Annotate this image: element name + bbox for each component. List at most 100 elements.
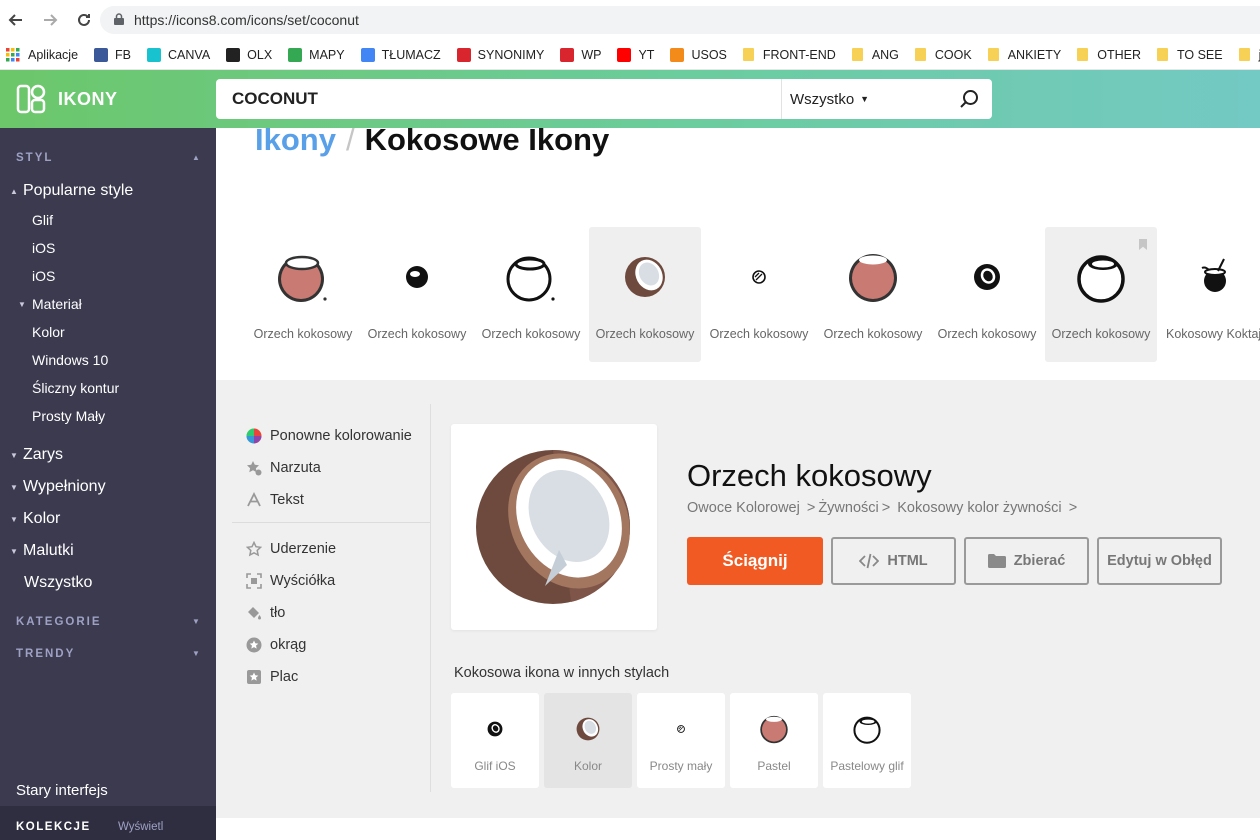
category-path: Owoce Kolorowej > Żywności > Kokosowy kolo… [687, 500, 1080, 516]
search-icon [960, 90, 978, 108]
icon-card[interactable]: Orzech kokosowy [931, 227, 1043, 362]
bookmark-item[interactable]: MAPY [288, 47, 345, 62]
icon-card[interactable]: Orzech kokosowy [589, 227, 701, 362]
sidebar-item-wypelniony[interactable]: Wypełniony [23, 478, 106, 496]
style-card[interactable]: Prosty mały [637, 693, 725, 788]
bookmark-folder[interactable]: FRONT-END [742, 48, 836, 62]
sidebar-item-kolor[interactable]: Kolor [32, 324, 65, 340]
sidebar-section-categories[interactable]: KATEGORIE [16, 616, 102, 628]
style-card[interactable]: Pastel [730, 693, 818, 788]
style-card[interactable]: Kolor [544, 693, 632, 788]
caret-down-icon[interactable]: ▼ [192, 649, 200, 658]
folder-icon [1077, 48, 1089, 61]
option-square[interactable]: Plac [246, 669, 298, 685]
url-input[interactable]: https://icons8.com/icons/set/coconut [100, 6, 1260, 34]
bookmark-favicon-icon [94, 47, 109, 62]
download-button[interactable]: Ściągnij [687, 537, 823, 585]
style-card[interactable]: Pastelowy glif [823, 693, 911, 788]
icon-card[interactable]: Orzech kokosowy [361, 227, 473, 362]
sidebar-item-ios[interactable]: iOS [32, 240, 55, 256]
sidebar-item-material[interactable]: Materiał [32, 296, 82, 312]
option-circle[interactable]: okrąg [246, 637, 306, 653]
sidebar-item-prosty[interactable]: Prosty Mały [32, 408, 105, 424]
sidebar-item-malutki[interactable]: Malutki [23, 542, 74, 560]
search-button[interactable] [946, 79, 992, 119]
bookmark-item[interactable]: SYNONIMY [456, 47, 544, 62]
collections-view-link[interactable]: Wyświetl [118, 821, 163, 833]
option-padding[interactable]: Wyściółka [246, 573, 335, 589]
coconut-icon [389, 249, 445, 305]
bookmark-folder[interactable]: TO SEE [1156, 47, 1223, 62]
back-icon[interactable] [0, 4, 32, 36]
icon-card[interactable]: Orzech kokosowy [703, 227, 815, 362]
folder-icon [987, 48, 999, 61]
sidebar-item-zarys[interactable]: Zarys [23, 446, 63, 464]
bookmark-label: MAPY [309, 47, 345, 62]
forward-icon[interactable] [34, 4, 66, 36]
category-link[interactable]: Żywności [818, 500, 878, 516]
caret-up-icon[interactable]: ▲ [192, 153, 200, 162]
icon-card[interactable]: Orzech kokosowy [817, 227, 929, 362]
edit-button[interactable]: Edytuj w Obłęd [1097, 537, 1222, 585]
sidebar-item-windows[interactable]: Windows 10 [32, 352, 108, 368]
style-card[interactable]: Glif iOS [451, 693, 539, 788]
bookmark-folder[interactable]: ANKIETY [987, 47, 1062, 62]
bookmark-item[interactable]: YT [617, 47, 654, 62]
option-stroke[interactable]: Uderzenie [246, 541, 336, 557]
sidebar-item-glif[interactable]: Glif [32, 212, 53, 228]
option-recolor[interactable]: Ponowne kolorowanie [246, 428, 412, 444]
icon-card[interactable]: Orzech kokosowy [1045, 227, 1157, 362]
bookmark-item[interactable]: FB [94, 47, 131, 62]
option-label: Wyściółka [270, 573, 336, 589]
bookmark-item[interactable]: CANVA [147, 47, 210, 62]
bookmark-folder[interactable]: COOK [914, 48, 972, 62]
sidebar-item-ios-2[interactable]: iOS [32, 268, 55, 284]
caret-down-icon[interactable]: ▼ [192, 617, 200, 626]
bookmark-item[interactable]: TŁUMACZ [360, 47, 441, 62]
reload-icon[interactable] [68, 4, 100, 36]
bookmark-folder[interactable]: jed [1238, 48, 1260, 62]
icon-card[interactable]: Orzech kokosowy [247, 227, 359, 362]
logo[interactable]: IKONY [16, 84, 118, 114]
bookmark-item[interactable]: USOS [670, 47, 727, 62]
old-interface-link[interactable]: Stary interfejs [16, 782, 108, 799]
category-link[interactable]: Owoce Kolorowej [687, 500, 800, 516]
bookmark-label: ANKIETY [1007, 47, 1062, 62]
coconut-icon [503, 249, 559, 305]
html-button[interactable]: HTML [831, 537, 956, 585]
sidebar-section-style[interactable]: STYL [16, 152, 53, 164]
sidebar-item-kolor-group[interactable]: Kolor [23, 510, 60, 528]
bookmark-icon[interactable] [1139, 239, 1147, 250]
browser-toolbar: https://icons8.com/icons/set/coconut [0, 0, 1260, 40]
sidebar-item-sliczny[interactable]: Śliczny kontur [32, 380, 119, 396]
lock-icon [114, 12, 124, 28]
coconut-icon [275, 249, 331, 305]
bookmark-item[interactable]: OLX [226, 47, 272, 62]
sidebar-item-popular[interactable]: Popularne style [23, 182, 133, 200]
search-input[interactable] [216, 79, 782, 119]
filter-select[interactable]: Wszystko ▼ [782, 91, 946, 108]
option-overlay[interactable]: Narzuta [246, 460, 321, 476]
bookmark-favicon-icon [226, 47, 241, 62]
bookmark-item[interactable]: WP [560, 47, 602, 62]
sidebar-item-wszystko[interactable]: Wszystko [24, 574, 92, 592]
folder-icon [851, 48, 863, 61]
code-icon [859, 553, 880, 569]
bookmark-folder[interactable]: OTHER [1077, 48, 1141, 62]
sidebar-section-trends[interactable]: TRENDY [16, 648, 75, 660]
coconut-icon [476, 450, 631, 604]
icon-card[interactable]: Kokosowy Koktajl [1159, 227, 1260, 362]
icon-card-label: Orzech kokosowy [937, 327, 1037, 341]
bookmark-label: TO SEE [1176, 47, 1223, 62]
option-background[interactable]: tło [246, 605, 285, 621]
collect-button[interactable]: Zbierać [964, 537, 1089, 585]
breadcrumb-root-link[interactable]: Ikony [255, 122, 336, 157]
bookmark-label: WP [581, 47, 602, 62]
caret-down-icon: ▼ [860, 94, 870, 104]
bookmark-item[interactable]: Aplikacje [6, 47, 78, 62]
icon-card[interactable]: Orzech kokosowy [475, 227, 587, 362]
option-text[interactable]: Tekst [246, 492, 304, 508]
triangle-down-icon: ▼ [10, 515, 18, 524]
category-link[interactable]: Kokosowy kolor żywności [897, 500, 1061, 516]
bookmark-folder[interactable]: ANG [851, 48, 899, 62]
